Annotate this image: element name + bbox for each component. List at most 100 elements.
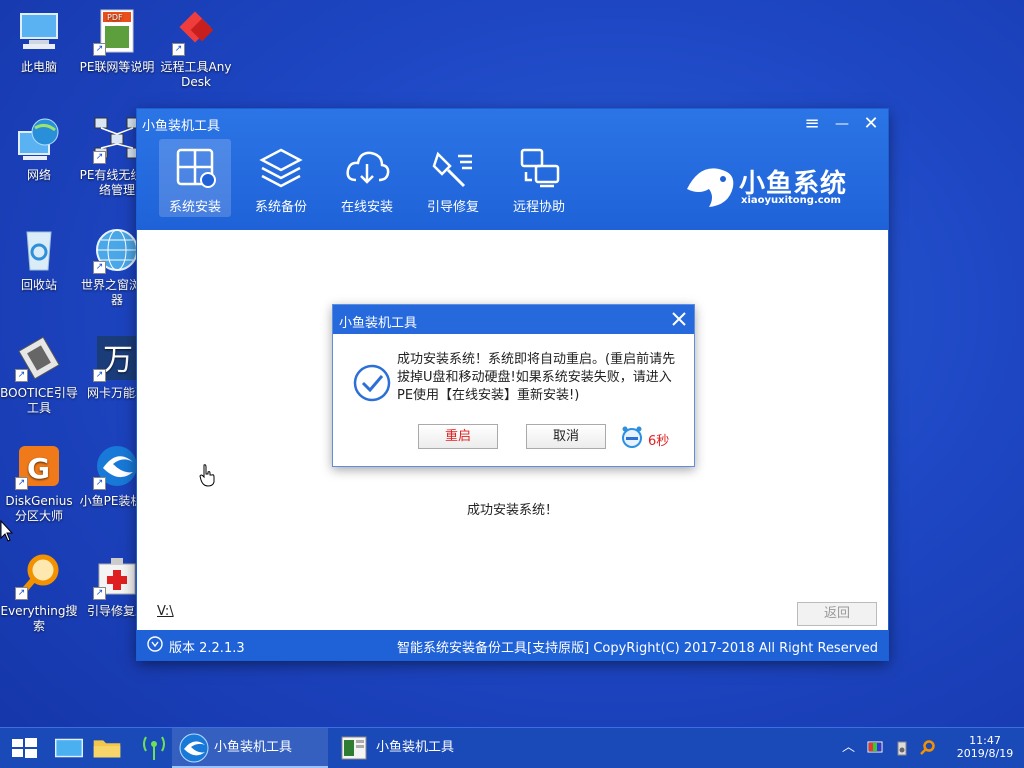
recycle-bin-icon <box>15 226 63 274</box>
tab-online-install[interactable]: 在线安装 <box>331 139 403 217</box>
dialog-message: 成功安装系统！系统即将自动重启。(重启前请先拔掉U盘和移动硬盘!如果系统安装失败… <box>397 352 676 403</box>
success-check-icon <box>353 364 391 402</box>
shortcut-arrow-icon: ↗ <box>15 587 28 600</box>
version-label: 版本 2.2.1.3 <box>169 641 245 656</box>
taskbar-item-label: 小鱼装机工具 <box>214 740 293 755</box>
close-button[interactable]: ✕ <box>859 113 883 135</box>
countdown-label: 6秒 <box>648 434 670 449</box>
tray-chevron-up-icon[interactable]: ︿ <box>842 740 858 756</box>
taskbar-item-xiaoyu-tool-window[interactable]: 小鱼装机工具 <box>334 728 494 768</box>
network-globe-icon <box>15 116 63 164</box>
desktop-monitor-icon[interactable] <box>50 728 88 768</box>
tab-label: 在线安装 <box>340 200 393 215</box>
tab-system-install[interactable]: 系统安装 <box>159 139 231 217</box>
bootice-disk-icon: ↗ <box>15 334 63 382</box>
xiaoyu-app-icon: ↗ <box>93 442 141 490</box>
file-explorer-folder-icon[interactable] <box>88 728 126 768</box>
window-title: 小鱼装机工具 <box>142 119 221 134</box>
svg-text:PDF: PDF <box>107 13 123 22</box>
window-header: 小鱼装机工具 ≡ — ✕ 系统安装 系统备份 在线安装 引导修复 远程协助 小鱼… <box>137 109 888 230</box>
start-windows-icon[interactable] <box>0 728 48 768</box>
shortcut-arrow-icon: ↗ <box>172 43 185 56</box>
network-topology-icon: ↗ <box>93 116 141 164</box>
tab-label: 远程协助 <box>512 200 565 215</box>
window-app-icon <box>341 736 367 760</box>
computer-icon <box>15 8 63 56</box>
brand-url: xiaoyuxitong.com <box>741 195 841 206</box>
shortcut-arrow-icon: ↗ <box>93 261 106 274</box>
desktop-icon-label: 此电脑 <box>20 60 57 74</box>
desktop-icon-network[interactable]: 网络 <box>0 116 78 183</box>
taskbar-item-xiaoyu-installer[interactable]: 小鱼装机工具 <box>172 728 328 768</box>
desktop-icon-anydesk[interactable]: ↗ 远程工具AnyDesk <box>156 8 236 90</box>
desktop-icon-label: 回收站 <box>20 278 57 292</box>
hand-cursor-icon <box>199 464 215 487</box>
anydesk-icon: ↗ <box>172 8 220 56</box>
copyright-text: 智能系统安装备份工具[支持原版] CopyRight(C) 2017-2018 … <box>397 641 878 656</box>
shortcut-arrow-icon: ↗ <box>93 477 106 490</box>
dialog-header: 小鱼装机工具 <box>333 305 694 334</box>
clock-date: 2019/8/19 <box>956 747 1014 760</box>
desktop-icon-label: 网络 <box>26 168 51 182</box>
shortcut-arrow-icon: ↗ <box>15 369 28 382</box>
fish-logo-icon <box>687 168 734 207</box>
tray-search-icon[interactable] <box>919 740 935 756</box>
taskbar-item-label: 小鱼装机工具 <box>376 740 455 755</box>
desktop-icon-everything[interactable]: ↗ Everything搜索 <box>0 552 78 634</box>
pdf-file-icon: PDF ↗ <box>93 8 141 56</box>
minimize-button[interactable]: — <box>830 113 854 135</box>
shortcut-arrow-icon: ↗ <box>93 43 106 56</box>
desktop-icon-label: 远程工具AnyDesk <box>160 60 232 89</box>
cloud-download-icon <box>342 142 392 192</box>
tray-color-display-icon[interactable] <box>867 740 883 756</box>
dialog-title: 小鱼装机工具 <box>339 316 418 331</box>
magnifier-search-icon: ↗ <box>15 552 63 600</box>
desktop-icon-diskgenius[interactable]: G ↗ DiskGenius分区大师 <box>0 442 78 524</box>
shortcut-arrow-icon: ↗ <box>93 369 106 382</box>
network-antenna-icon[interactable] <box>136 728 172 768</box>
tab-label: 系统安装 <box>168 200 221 215</box>
tab-label: 引导修复 <box>426 200 479 215</box>
tools-repair-icon <box>428 142 478 192</box>
desktop-icon-label: BOOTICE引导工具 <box>0 386 78 415</box>
diskgenius-icon: G ↗ <box>15 442 63 490</box>
window-footer: 版本 2.2.1.3 智能系统安装备份工具[支持原版] CopyRight(C)… <box>137 630 888 660</box>
back-button[interactable]: 返回 <box>797 602 877 626</box>
system-clock[interactable]: 11:47 2019/8/19 <box>952 734 1018 760</box>
restart-button[interactable]: 重启 <box>418 424 498 449</box>
shortcut-arrow-icon: ↗ <box>93 587 106 600</box>
tab-label: 系统备份 <box>254 200 307 215</box>
install-status-text: 成功安装系统！ <box>466 503 558 518</box>
globe-browser-icon: ↗ <box>93 226 141 274</box>
desktop-icon-recycle-bin[interactable]: 回收站 <box>0 226 78 293</box>
arrow-cursor-icon <box>0 520 14 542</box>
wan-driver-icon: 万 ↗ <box>93 334 141 382</box>
menu-button[interactable]: ≡ <box>800 113 824 135</box>
shortcut-arrow-icon: ↗ <box>93 151 106 164</box>
desktop-icon-bootice[interactable]: ↗ BOOTICE引导工具 <box>0 334 78 416</box>
xiaoyu-app-icon <box>179 733 209 763</box>
desktop-icon-label: PE联网等说明 <box>79 60 155 74</box>
svg-text:G: G <box>27 452 50 485</box>
restart-dialog: 小鱼装机工具 成功安装系统！系统即将自动重启。(重启前请先拔掉U盘和移动硬盘!如… <box>332 304 695 467</box>
desktop-icon-this-pc[interactable]: 此电脑 <box>0 8 78 75</box>
brand-logo: 小鱼系统 xiaoyuxitong.com <box>685 161 865 211</box>
remote-assist-icon <box>514 142 564 192</box>
taskbar: 小鱼装机工具 小鱼装机工具 ︿ 11:47 2019/8/19 <box>0 728 1024 768</box>
desktop-icon-pe-readme[interactable]: PDF ↗ PE联网等说明 <box>78 8 156 75</box>
tab-system-backup[interactable]: 系统备份 <box>245 139 317 217</box>
first-aid-kit-icon: ↗ <box>93 552 141 600</box>
svg-text:万: 万 <box>103 343 133 378</box>
clock-time: 11:47 <box>969 734 1001 747</box>
cancel-button[interactable]: 取消 <box>526 424 606 449</box>
layers-backup-icon <box>256 142 306 192</box>
drive-path-link[interactable]: V:\ <box>157 604 174 619</box>
desktop-icon-label: Everything搜索 <box>0 604 78 633</box>
shortcut-arrow-icon: ↗ <box>15 477 28 490</box>
dialog-close-icon[interactable] <box>668 308 690 330</box>
tray-speaker-icon[interactable] <box>894 740 910 756</box>
alarm-clock-icon <box>622 426 642 448</box>
tab-boot-repair[interactable]: 引导修复 <box>417 139 489 217</box>
windows-install-icon <box>170 142 220 192</box>
tab-remote-assist[interactable]: 远程协助 <box>503 139 575 217</box>
